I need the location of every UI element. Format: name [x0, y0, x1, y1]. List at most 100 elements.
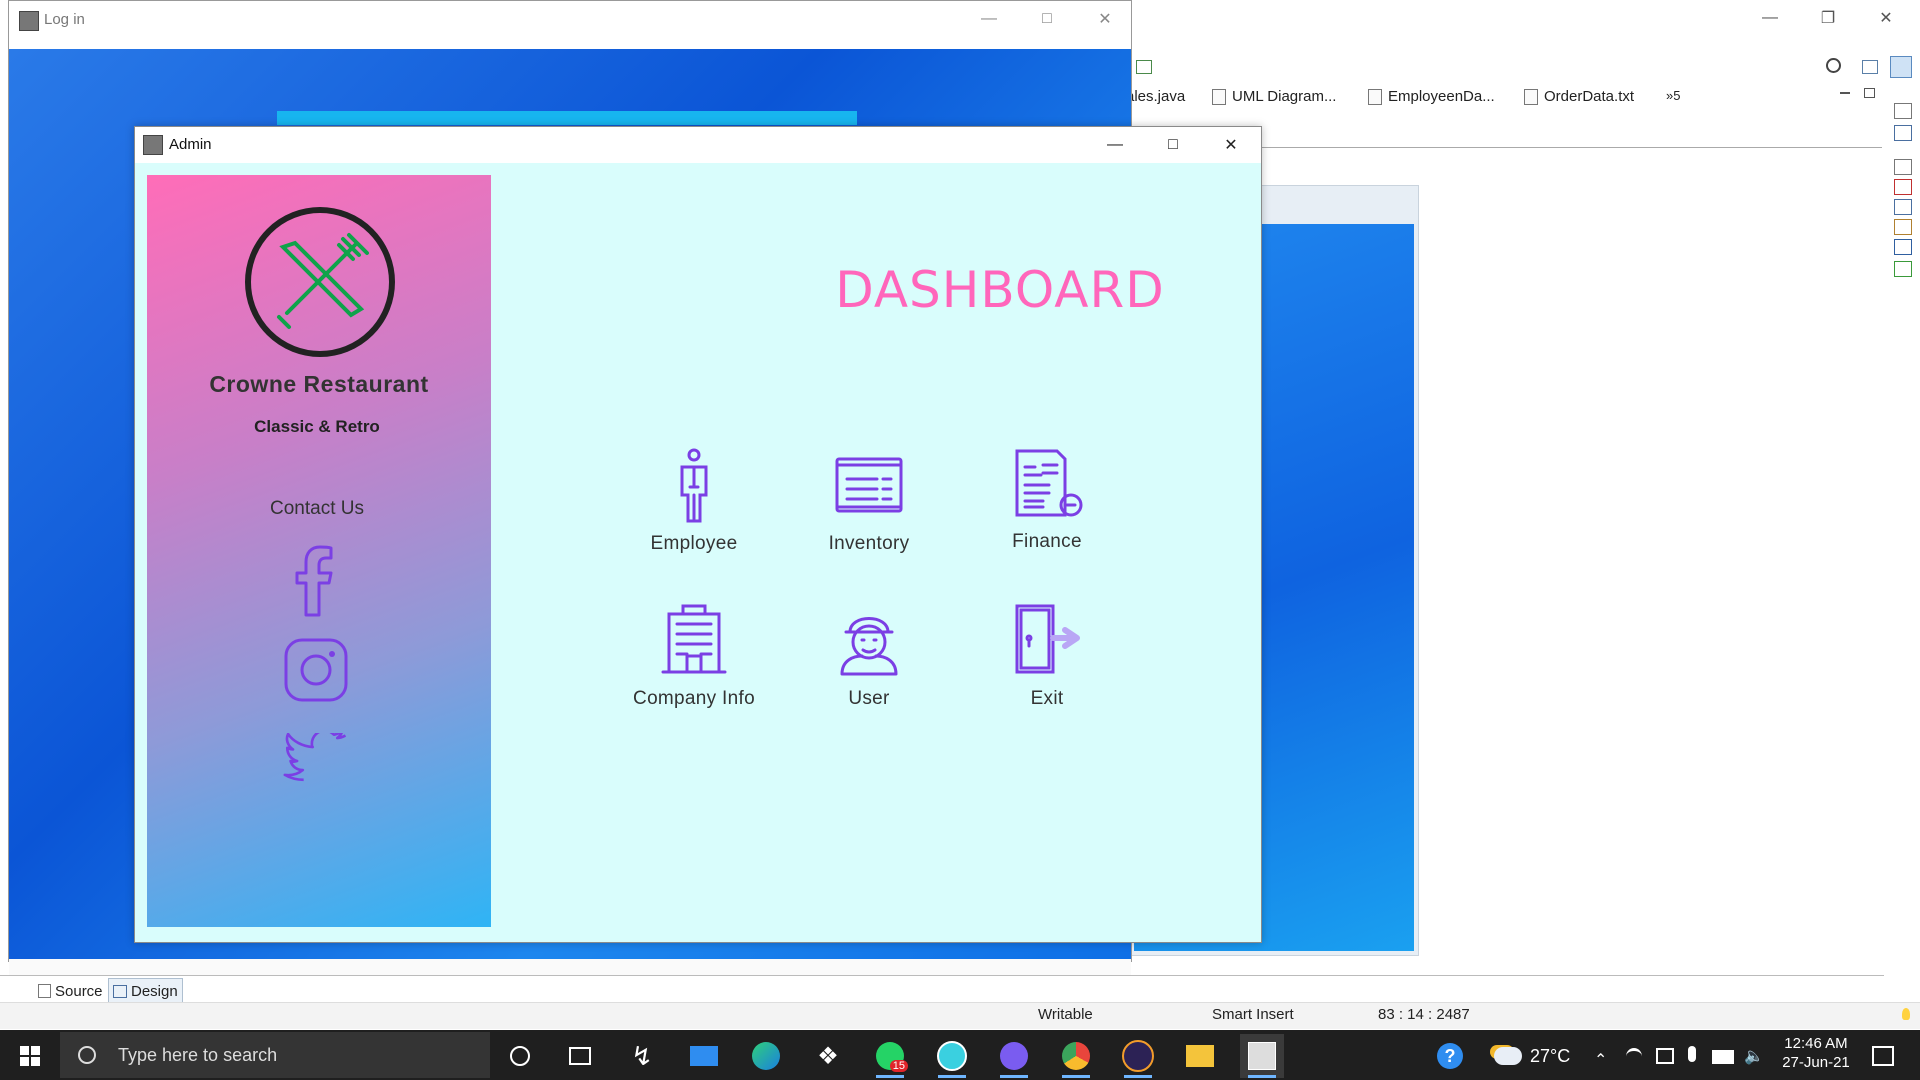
- user-label: User: [848, 688, 890, 709]
- microphone-icon[interactable]: [1688, 1046, 1696, 1062]
- admin-minimize-button[interactable]: —: [1087, 127, 1143, 163]
- ide-toolbar-icon[interactable]: [1136, 60, 1152, 74]
- help-button[interactable]: ?: [1428, 1034, 1472, 1078]
- meet-now-icon[interactable]: [1656, 1048, 1674, 1064]
- login-maximize-button[interactable]: □: [1019, 1, 1075, 37]
- login-close-button[interactable]: ✕: [1077, 1, 1133, 37]
- exit-button[interactable]: Exit: [967, 602, 1127, 710]
- search-icon: [78, 1046, 96, 1064]
- editor-minimize-button[interactable]: [1840, 92, 1850, 94]
- clock[interactable]: 12:46 AM 27-Jun-21: [1768, 1033, 1864, 1077]
- clock-time: 12:46 AM: [1784, 1035, 1848, 1052]
- console-icon[interactable]: [1894, 239, 1912, 255]
- taskbar-app-chrome[interactable]: [1054, 1034, 1098, 1078]
- facebook-icon[interactable]: [289, 543, 341, 617]
- design-icon: [113, 984, 127, 998]
- taskbar-app-eclipse[interactable]: [1116, 1034, 1160, 1078]
- help-icon: ?: [1437, 1043, 1463, 1069]
- weather-temperature: 27°C: [1530, 1045, 1571, 1066]
- taskbar-app-explorer[interactable]: [1178, 1034, 1222, 1078]
- admin-window: Admin — □ ✕ Crowne Restaurant Classic & …: [134, 126, 1262, 943]
- uml-file-icon: [1212, 88, 1226, 105]
- task-icon[interactable]: [1894, 159, 1912, 175]
- status-cursor-position: 83 : 14 : 2487: [1378, 1006, 1470, 1023]
- java-app-icon: [1248, 1042, 1276, 1070]
- task-view-button[interactable]: [558, 1034, 602, 1078]
- instagram-icon[interactable]: [283, 637, 349, 703]
- login-minimize-button[interactable]: —: [961, 1, 1017, 37]
- running-indicator: [1000, 1075, 1028, 1078]
- fork-knife-icon: [277, 233, 369, 329]
- search-icon[interactable]: [1826, 58, 1841, 73]
- employee-button[interactable]: Employee: [614, 447, 774, 555]
- tab-employeenda[interactable]: EmployeenDa...: [1368, 88, 1495, 105]
- dropbox-icon: ❖: [817, 1042, 839, 1070]
- tab-label: ales.java: [1126, 88, 1186, 105]
- inventory-button[interactable]: Inventory: [789, 447, 949, 555]
- tab-overflow[interactable]: »5: [1666, 88, 1680, 103]
- admin-title: Admin: [169, 136, 212, 153]
- taskbar-app-whatsapp[interactable]: 15: [868, 1034, 912, 1078]
- running-indicator: [1248, 1075, 1276, 1078]
- finance-button[interactable]: Finance: [967, 445, 1127, 553]
- weather-widget[interactable]: 27°C: [1494, 1034, 1570, 1078]
- admin-maximize-button[interactable]: □: [1145, 127, 1201, 163]
- weather-cloud-icon: [1494, 1047, 1522, 1065]
- notification-icon[interactable]: [1872, 1046, 1894, 1066]
- taskbar-app-discord[interactable]: [992, 1034, 1036, 1078]
- tab-ales-java[interactable]: ales.java: [1126, 88, 1185, 105]
- source-tab[interactable]: Source: [38, 980, 103, 1002]
- progress-icon[interactable]: [1894, 261, 1912, 277]
- taskbar-app-bolt[interactable]: ↯: [620, 1034, 664, 1078]
- source-tab-label: Source: [55, 982, 103, 1000]
- taskbar-app-edge[interactable]: [744, 1034, 788, 1078]
- eclipse-icon: [1122, 1040, 1154, 1072]
- design-tab[interactable]: Design: [108, 978, 183, 1004]
- java-perspective-icon[interactable]: [1890, 56, 1912, 78]
- twitter-icon[interactable]: [283, 733, 351, 791]
- taskbar-app-mail[interactable]: [682, 1034, 726, 1078]
- taskbar-app-java[interactable]: [1240, 1034, 1284, 1078]
- start-button[interactable]: [8, 1034, 52, 1078]
- cortana-button[interactable]: [498, 1034, 542, 1078]
- battery-icon[interactable]: [1712, 1050, 1734, 1064]
- volume-icon[interactable]: 🔈: [1744, 1046, 1764, 1066]
- tip-icon[interactable]: [1902, 1008, 1910, 1020]
- taskbar-app-dropbox[interactable]: ❖: [806, 1034, 850, 1078]
- taskbar-app-sync[interactable]: [930, 1034, 974, 1078]
- restaurant-tagline: Classic & Retro: [254, 417, 380, 436]
- admin-close-button[interactable]: ✕: [1203, 127, 1259, 163]
- employee-icon: [680, 448, 708, 523]
- cortana-icon: [510, 1046, 530, 1066]
- discord-icon: [1000, 1042, 1028, 1070]
- hierarchy-icon[interactable]: [1894, 125, 1912, 141]
- company-info-label: Company Info: [633, 688, 755, 709]
- taskbar-search-box[interactable]: Type here to search: [60, 1032, 490, 1078]
- editor-maximize-button[interactable]: [1864, 88, 1875, 98]
- finance-icon: [1015, 449, 1083, 517]
- user-button[interactable]: User: [789, 602, 949, 710]
- tab-label: OrderData.txt: [1544, 88, 1635, 105]
- problems-icon[interactable]: [1894, 179, 1912, 195]
- exit-icon: [1015, 604, 1080, 674]
- ide-minimize-button[interactable]: —: [1742, 0, 1798, 36]
- restaurant-logo: [245, 207, 395, 357]
- outline-icon[interactable]: [1894, 103, 1912, 119]
- ide-close-button[interactable]: ✕: [1858, 0, 1914, 36]
- source-icon: [38, 984, 51, 998]
- javadoc-icon[interactable]: [1894, 199, 1912, 215]
- java-app-icon: [143, 135, 163, 155]
- admin-titlebar: Admin — □ ✕: [135, 127, 1261, 163]
- search-view-icon[interactable]: [1894, 219, 1912, 235]
- perspective-icon[interactable]: [1862, 60, 1878, 74]
- ide-restore-button[interactable]: ❐: [1800, 0, 1856, 36]
- wifi-icon[interactable]: [1626, 1048, 1642, 1065]
- company-info-button[interactable]: Company Info: [614, 602, 774, 710]
- folder-icon: [1186, 1045, 1214, 1067]
- tab-orderdata[interactable]: OrderData.txt: [1524, 88, 1634, 105]
- clock-date: 27-Jun-21: [1782, 1054, 1850, 1071]
- tab-uml-diagram[interactable]: UML Diagram...: [1212, 88, 1336, 105]
- chevron-up-icon[interactable]: ⌃: [1594, 1050, 1607, 1070]
- login-bottom-strip: [9, 959, 1131, 975]
- edge-icon: [752, 1042, 780, 1070]
